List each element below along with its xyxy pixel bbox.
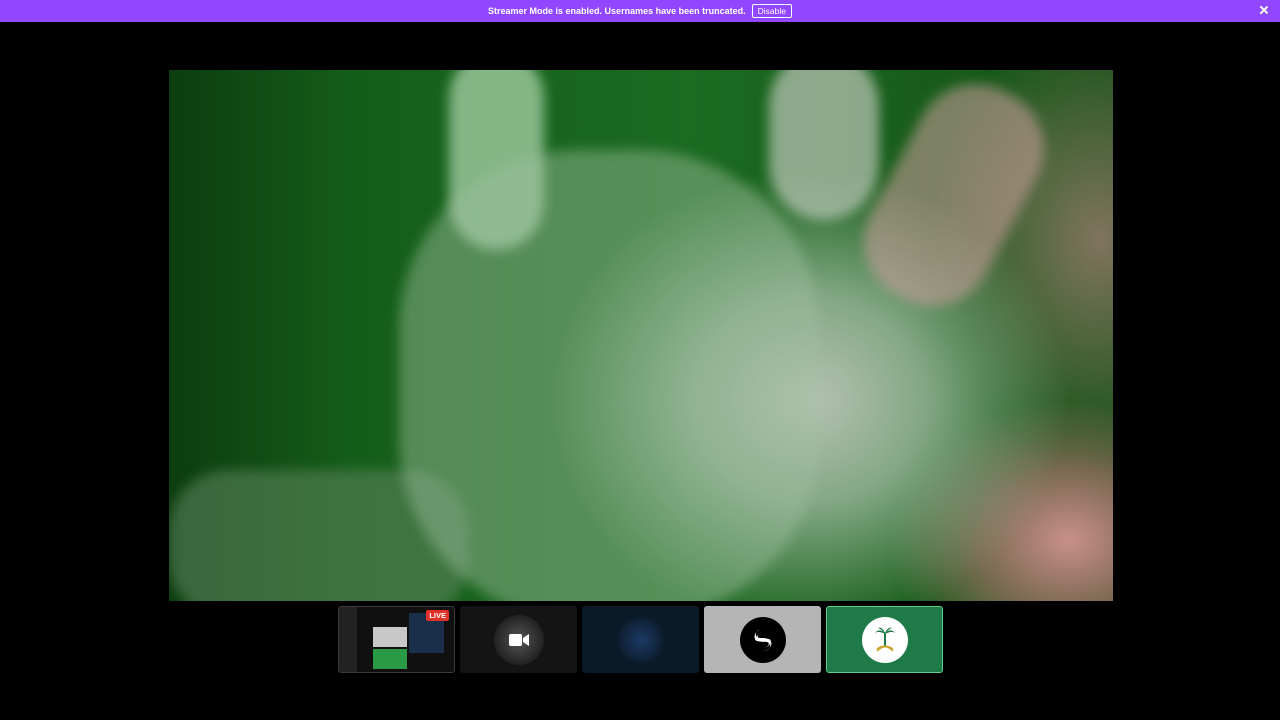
thumbnail-screen-share[interactable]: LIVE <box>338 606 455 673</box>
streamer-mode-notice: Streamer Mode is enabled. Usernames have… <box>0 0 1280 22</box>
avatar <box>739 616 786 663</box>
swirl-logo-icon <box>754 628 771 651</box>
avatar <box>617 616 664 663</box>
thumbnail-camera[interactable] <box>460 606 577 673</box>
close-icon[interactable] <box>1258 4 1270 16</box>
participant-strip: LIVE <box>338 606 943 673</box>
video-content <box>399 150 819 601</box>
screen-preview-tile <box>373 649 407 669</box>
camera-preview <box>493 614 544 665</box>
palm-emblem-icon <box>874 627 895 652</box>
screen-preview-tile <box>373 627 407 647</box>
notice-message: Streamer Mode is enabled. Usernames have… <box>488 6 746 16</box>
video-content <box>769 70 879 220</box>
avatar <box>861 616 908 663</box>
disable-streamer-mode-button[interactable]: Disable <box>751 4 792 18</box>
live-badge: LIVE <box>426 610 449 621</box>
main-video-stream[interactable] <box>169 70 1113 601</box>
video-camera-icon <box>508 633 529 646</box>
thumbnail-blue-avatar[interactable] <box>582 606 699 673</box>
thumbnail-logo-avatar[interactable] <box>704 606 821 673</box>
screen-preview-sidebar <box>339 607 357 672</box>
thumbnail-emblem-avatar-selected[interactable] <box>826 606 943 673</box>
